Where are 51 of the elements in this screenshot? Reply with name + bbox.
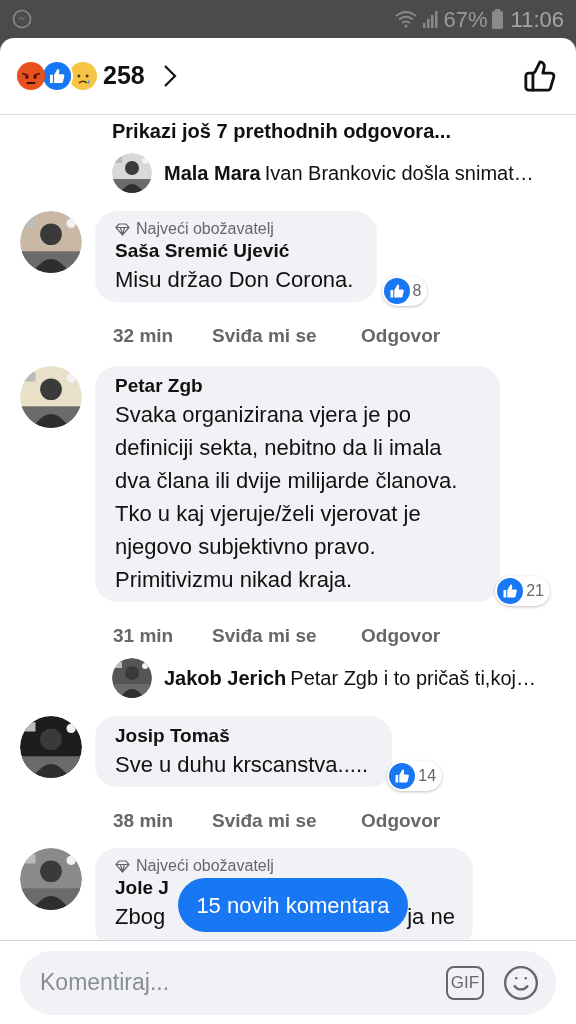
reaction-count: 14: [418, 766, 437, 786]
reply-link[interactable]: Odgovor: [361, 809, 441, 833]
messenger-icon: [12, 9, 32, 29]
reply-preview: Ivan Brankovic došla snimat…: [264, 161, 534, 186]
like-reaction-icon: [43, 62, 71, 90]
like-button[interactable]: [523, 59, 557, 93]
reactions-summary[interactable]: 258: [17, 57, 177, 95]
like-reaction-icon: [383, 278, 410, 304]
emoji-icon[interactable]: [502, 963, 540, 1002]
comment-text: ja ne: [407, 903, 455, 931]
comment-text: Zbog: [115, 903, 166, 931]
reply-preview: Petar Zgb i to pričaš ti,koj…: [290, 666, 536, 691]
fan-badge-label: Najveći obožavatelj: [136, 856, 274, 876]
wifi-icon: [393, 10, 418, 28]
comment-text: Svaka organizirana vjera je po definiciji sekta, nebitno da li imala dva člana ili dvije milijarde članova. Tko u kaj vjeruje/želi vjerovat je njegovo subjektivno pravo. Primitivizmu nikad kraja.: [115, 401, 459, 594]
like-link[interactable]: Sviđa mi se: [212, 809, 361, 833]
fan-badge-label: Najveći obožavatelj: [136, 219, 274, 239]
like-link[interactable]: Sviđa mi se: [212, 624, 361, 648]
diamond-icon: [115, 222, 130, 236]
comment-author[interactable]: Jole J: [115, 876, 169, 900]
more-replies-link[interactable]: Prikazi još 7 prethodnih odgovora...: [112, 119, 576, 143]
reaction-count-pill[interactable]: 21: [495, 576, 550, 606]
reply-link[interactable]: Odgovor: [361, 324, 441, 348]
angry-reaction-icon: [17, 62, 45, 90]
diamond-icon: [115, 859, 130, 873]
sad-reaction-icon: [69, 62, 97, 90]
like-reaction-icon: [389, 763, 416, 789]
reaction-count-pill[interactable]: 14: [387, 761, 443, 791]
clock: 11:06: [510, 5, 564, 34]
gif-button[interactable]: GIF: [446, 965, 484, 1000]
chevron-right-icon: [162, 64, 177, 88]
reaction-count-pill[interactable]: 8: [381, 276, 428, 306]
comment-time: 31 min: [113, 624, 175, 648]
like-reaction-icon: [497, 578, 524, 604]
like-link[interactable]: Sviđa mi se: [212, 324, 361, 348]
reply-author[interactable]: Mala Mara: [164, 158, 261, 188]
comment-author[interactable]: Josip Tomaš: [115, 724, 369, 748]
comment-text: Misu držao Don Corona.: [115, 266, 354, 294]
comment-text: Sve u duhu krscanstva.....: [115, 751, 369, 779]
comment-author[interactable]: Petar Zgb: [115, 374, 476, 398]
reply-author[interactable]: Jakob Jerich: [164, 663, 287, 693]
comment-time: 38 min: [113, 809, 175, 833]
comment-input[interactable]: Komentiraj... GIF: [20, 950, 556, 1015]
comment-time: 32 min: [113, 324, 175, 348]
reaction-count: 21: [526, 581, 544, 601]
reply-link[interactable]: Odgovor: [361, 624, 441, 648]
reaction-count: 8: [412, 281, 422, 301]
battery-percent: 67%: [443, 5, 488, 34]
battery-icon: [491, 9, 503, 29]
comment-author[interactable]: Saša Sremić Ujević: [115, 239, 354, 263]
signal-icon: [421, 10, 438, 28]
